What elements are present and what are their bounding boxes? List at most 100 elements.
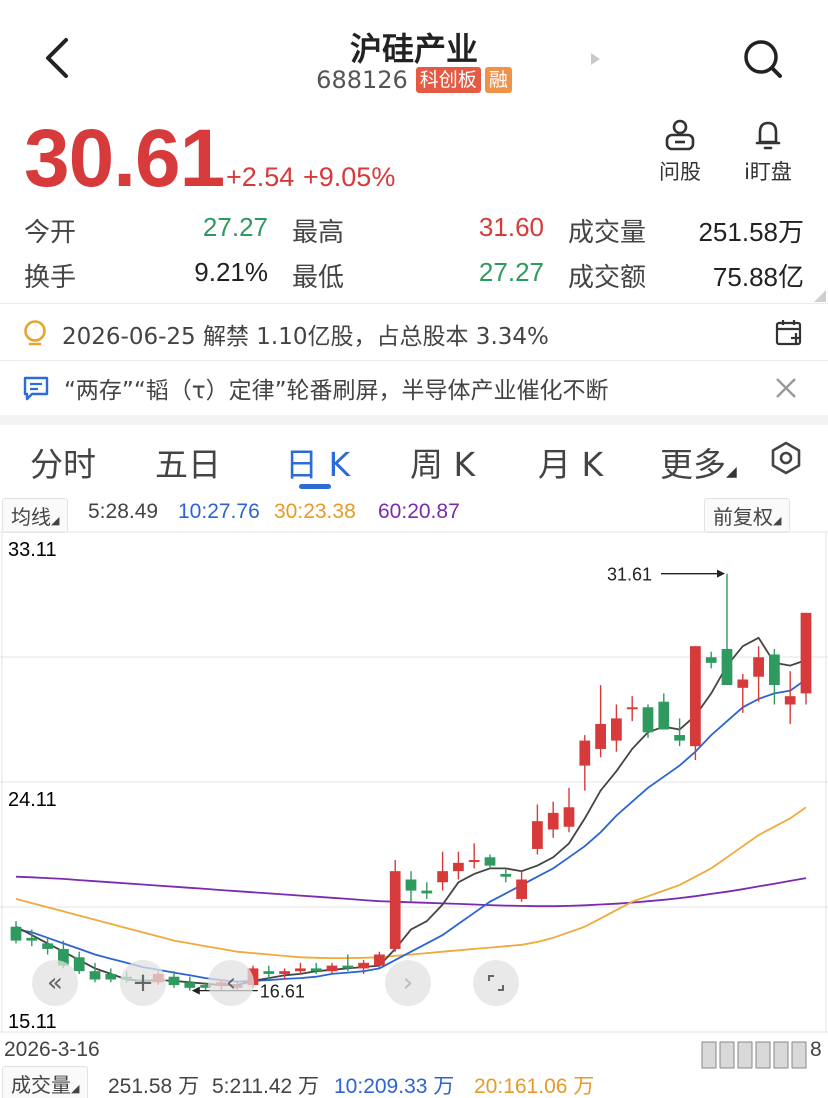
fit-corner-icon xyxy=(488,975,504,991)
candle-body xyxy=(500,873,512,877)
ma5-line xyxy=(15,636,807,987)
margin-tag: 融 xyxy=(484,67,512,93)
current-price: 30.61 xyxy=(24,113,225,204)
candle-body xyxy=(279,971,290,974)
min-price-label: 16.61 xyxy=(260,982,305,1002)
candle-body xyxy=(310,968,322,972)
y-tick-low: 15.11 xyxy=(8,1011,57,1033)
volume-ma5: 5:211.42 万 xyxy=(212,1075,320,1098)
search-button[interactable] xyxy=(740,36,784,80)
volume-ma10: 10:209.33 万 xyxy=(334,1075,455,1098)
turnover-value: 9.21% xyxy=(194,257,268,287)
candle-body xyxy=(453,862,464,872)
stock-code: 688126 xyxy=(316,66,408,94)
watch-button[interactable]: i盯盘 xyxy=(733,118,803,186)
plus-icon: + xyxy=(132,968,154,998)
section-gap xyxy=(0,415,828,425)
candle-body xyxy=(611,718,622,741)
stock-subtitle: 688126 科创板 融 xyxy=(0,66,828,94)
ask-stock-button[interactable]: 问股 xyxy=(645,118,715,186)
candle-body xyxy=(374,954,385,966)
ma10-value: 10:27.76 xyxy=(178,500,260,523)
unlock-notice[interactable]: 2026-06-25 解禁 1.10亿股，占总股本 3.34% xyxy=(22,316,812,352)
candle-body xyxy=(105,973,117,980)
ma-legend: 均线◢ 5:28.49 10:27.76 30:23.38 60:20.87 前… xyxy=(0,498,828,533)
tab-weekly-k[interactable]: 周 K xyxy=(410,438,475,486)
volume-selector-label: 成交量 xyxy=(11,1073,71,1097)
tab-more-label: 更多 xyxy=(660,445,726,484)
max-arrow-head xyxy=(717,569,725,578)
candle-body xyxy=(737,679,749,688)
amount-label: 成交额 xyxy=(568,263,647,293)
candle-body xyxy=(705,657,717,663)
tab-five-day[interactable]: 五日 xyxy=(155,438,221,486)
ma60-value: 60:20.87 xyxy=(378,500,460,523)
candle-body xyxy=(579,740,591,766)
candle-body xyxy=(342,965,354,969)
close-icon[interactable] xyxy=(774,376,798,400)
candle-body xyxy=(468,860,480,863)
expand-corner-icon[interactable] xyxy=(810,286,826,302)
ma-selector[interactable]: 均线◢ xyxy=(2,498,69,533)
candle-body xyxy=(263,971,275,974)
calendar-add-icon[interactable] xyxy=(774,318,804,348)
zoom-out-button[interactable]: « xyxy=(32,960,78,1006)
candle-body xyxy=(184,982,196,988)
active-tab-indicator xyxy=(299,484,331,489)
robot-icon xyxy=(665,119,695,151)
candle-body xyxy=(658,701,670,730)
candle-body xyxy=(484,857,496,866)
double-chevron-left-icon: « xyxy=(47,968,63,998)
price-change: +2.54 xyxy=(226,162,295,192)
candle-body xyxy=(674,735,685,741)
ask-stock-label: 问股 xyxy=(659,160,701,184)
y-tick-mid: 24.11 xyxy=(8,789,57,811)
fit-button[interactable] xyxy=(473,960,519,1006)
ma10-line xyxy=(15,678,807,983)
y-tick-high: 33.11 xyxy=(8,539,57,561)
tab-more[interactable]: 更多◢ xyxy=(660,438,737,486)
next-stock-icon[interactable] xyxy=(589,52,601,66)
candle-body xyxy=(437,871,448,883)
candle-body xyxy=(405,879,417,891)
max-price-label: 31.61 xyxy=(607,565,652,585)
candle-body xyxy=(89,971,101,980)
tab-intraday[interactable]: 分时 xyxy=(30,438,96,486)
board-tag: 科创板 xyxy=(415,67,481,93)
candle-body xyxy=(42,943,53,949)
chevron-right-icon: › xyxy=(402,968,414,998)
open-value: 27.27 xyxy=(202,212,268,242)
prev-button[interactable]: ‹ xyxy=(208,960,254,1006)
high-value: 31.60 xyxy=(478,212,544,242)
news-notice[interactable]: “两存”“韬（τ）定律”轮番刷屏，半导体产业催化不断 xyxy=(22,370,812,406)
volume-legend: 成交量◢ 251.58 万 5:211.42 万 10:209.33 万 20:… xyxy=(0,1064,828,1098)
low-value: 27.27 xyxy=(478,257,544,287)
candle-body xyxy=(10,926,22,941)
candle-body xyxy=(389,871,401,949)
volume-current: 251.58 万 xyxy=(108,1075,200,1098)
period-tabs: 分时 五日 日 K 周 K 月 K 更多◢ xyxy=(0,432,828,496)
tab-monthly-k[interactable]: 月 K xyxy=(538,438,603,486)
price-change-percent: +9.05% xyxy=(303,162,396,192)
next-button[interactable]: › xyxy=(385,960,431,1006)
unlock-notice-text: 2026-06-25 解禁 1.10亿股，占总股本 3.34% xyxy=(62,324,549,350)
high-label: 最高 xyxy=(292,218,345,248)
candle-body xyxy=(690,646,701,747)
chevron-left-icon: ‹ xyxy=(225,968,237,998)
divider xyxy=(0,303,828,304)
candle-body xyxy=(547,812,559,830)
settings-hexagon-icon[interactable] xyxy=(768,440,804,476)
zoom-in-button[interactable]: + xyxy=(120,960,166,1006)
adjust-label: 前复权 xyxy=(713,505,773,529)
volume-ma20: 20:161.06 万 xyxy=(474,1075,595,1098)
candle-body xyxy=(168,976,180,986)
tab-daily-k[interactable]: 日 K xyxy=(285,438,350,486)
volume-selector[interactable]: 成交量◢ xyxy=(2,1066,89,1098)
candle-body xyxy=(753,657,764,677)
news-notice-text: “两存”“韬（τ）定律”轮番刷屏，半导体产业催化不断 xyxy=(64,378,609,404)
divider xyxy=(0,360,828,361)
adjust-selector[interactable]: 前复权◢ xyxy=(704,498,791,533)
low-label: 最低 xyxy=(292,263,345,293)
open-label: 今开 xyxy=(24,218,77,248)
candle-body xyxy=(563,807,575,827)
